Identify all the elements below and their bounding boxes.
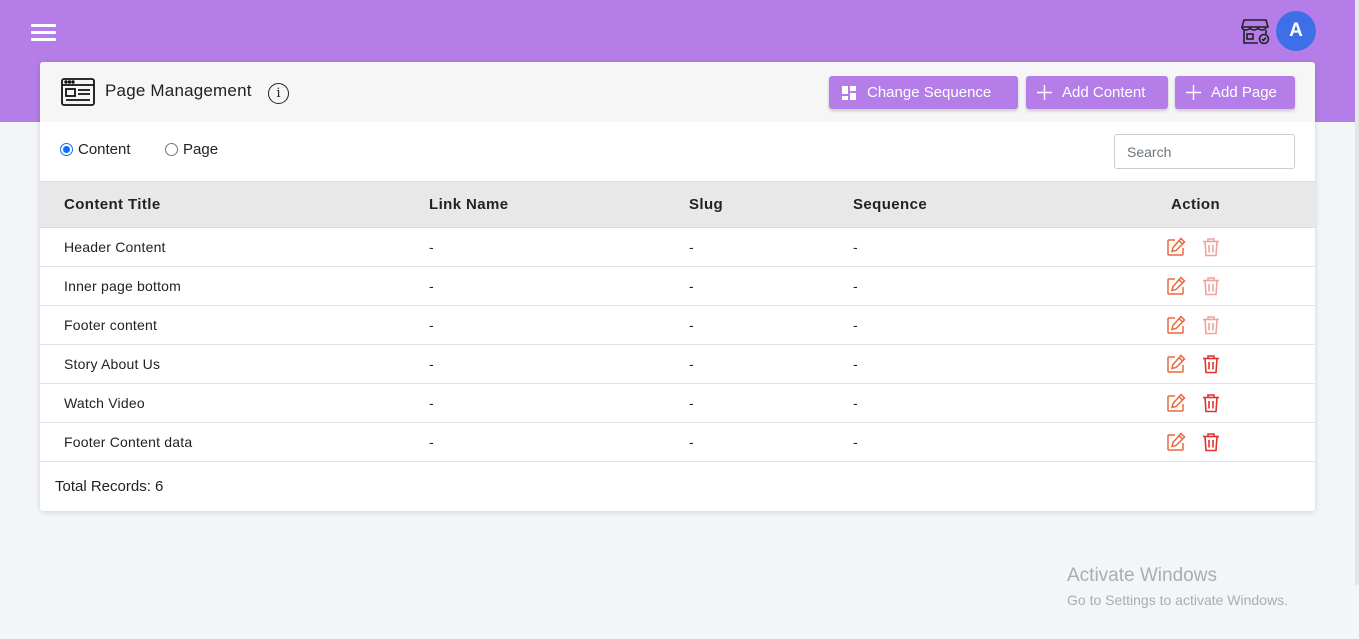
cell-link-name: -: [429, 422, 689, 462]
cell-content-title: Inner page bottom: [40, 266, 429, 306]
total-records: Total Records: 6: [55, 478, 164, 495]
cell-actions: [1133, 422, 1315, 462]
edit-icon[interactable]: [1166, 432, 1186, 452]
page-title: Page Management: [105, 81, 252, 100]
trash-icon[interactable]: [1201, 393, 1221, 413]
cell-slug: -: [689, 305, 853, 345]
hamburger-menu-icon[interactable]: [31, 22, 57, 42]
page-radio-option[interactable]: Page: [165, 141, 218, 158]
plus-icon: [1036, 85, 1052, 101]
trash-icon[interactable]: [1201, 276, 1221, 296]
content-table: Content Title Link Name Slug Sequence Ac…: [40, 181, 1315, 462]
store-icon[interactable]: [1240, 18, 1271, 46]
content-radio[interactable]: [60, 143, 73, 156]
trash-icon[interactable]: [1201, 237, 1221, 257]
cell-link-name: -: [429, 305, 689, 345]
cell-actions: [1133, 266, 1315, 306]
column-header-link-name[interactable]: Link Name: [429, 181, 689, 228]
edit-icon[interactable]: [1166, 354, 1186, 374]
cell-actions: [1133, 383, 1315, 423]
table-row: Footer Content data - - -: [40, 422, 1315, 462]
table-row: Story About Us - - -: [40, 344, 1315, 384]
cell-link-name: -: [429, 227, 689, 267]
edit-icon[interactable]: [1166, 237, 1186, 257]
plus-icon: [1185, 85, 1201, 101]
table-row: Footer content - - -: [40, 305, 1315, 345]
cell-content-title: Watch Video: [40, 383, 429, 423]
cell-slug: -: [689, 266, 853, 306]
content-radio-option[interactable]: Content: [60, 141, 131, 158]
column-header-content-title[interactable]: Content Title: [40, 181, 429, 228]
cell-sequence: -: [853, 383, 1133, 423]
column-header-sequence[interactable]: Sequence: [853, 181, 1133, 228]
cell-sequence: -: [853, 422, 1133, 462]
grid-icon: [841, 85, 857, 101]
add-content-label: Add Content: [1062, 84, 1146, 101]
content-radio-label: Content: [78, 141, 131, 158]
cell-slug: -: [689, 227, 853, 267]
table-row: Header Content - - -: [40, 227, 1315, 267]
info-icon[interactable]: i: [268, 83, 289, 104]
watermark-title: Activate Windows: [1067, 565, 1217, 586]
cell-link-name: -: [429, 344, 689, 384]
edit-icon[interactable]: [1166, 393, 1186, 413]
page-radio-label: Page: [183, 141, 219, 158]
cell-slug: -: [689, 422, 853, 462]
cell-actions: [1133, 305, 1315, 345]
cell-content-title: Header Content: [40, 227, 429, 267]
user-avatar[interactable]: A: [1276, 11, 1316, 51]
edit-icon[interactable]: [1166, 276, 1186, 296]
add-content-button[interactable]: Add Content: [1026, 76, 1168, 109]
table-header-row: Content Title Link Name Slug Sequence Ac…: [40, 181, 1315, 228]
cell-sequence: -: [853, 227, 1133, 267]
cell-sequence: -: [853, 266, 1133, 306]
card-header: Page Management i Change Sequence Add Co…: [40, 62, 1315, 122]
edit-icon[interactable]: [1166, 315, 1186, 335]
cell-content-title: Story About Us: [40, 344, 429, 384]
watermark-subtitle: Go to Settings to activate Windows.: [1067, 592, 1288, 608]
page-management-card: Page Management i Change Sequence Add Co…: [40, 62, 1315, 511]
cell-actions: [1133, 344, 1315, 384]
webpage-icon: [61, 78, 95, 106]
add-page-label: Add Page: [1211, 84, 1277, 101]
cell-sequence: -: [853, 305, 1133, 345]
trash-icon[interactable]: [1201, 315, 1221, 335]
cell-slug: -: [689, 383, 853, 423]
table-row: Watch Video - - -: [40, 383, 1315, 423]
add-page-button[interactable]: Add Page: [1175, 76, 1295, 109]
change-sequence-label: Change Sequence: [867, 84, 992, 101]
page-radio[interactable]: [165, 143, 178, 156]
cell-slug: -: [689, 344, 853, 384]
cell-link-name: -: [429, 383, 689, 423]
table-row: Inner page bottom - - -: [40, 266, 1315, 306]
column-header-action: Action: [1133, 181, 1315, 228]
cell-sequence: -: [853, 344, 1133, 384]
trash-icon[interactable]: [1201, 432, 1221, 452]
trash-icon[interactable]: [1201, 354, 1221, 374]
column-header-slug[interactable]: Slug: [689, 181, 853, 228]
cell-content-title: Footer Content data: [40, 422, 429, 462]
search-input[interactable]: [1114, 134, 1295, 169]
scrollbar[interactable]: [1355, 0, 1359, 585]
change-sequence-button[interactable]: Change Sequence: [829, 76, 1018, 109]
cell-content-title: Footer content: [40, 305, 429, 345]
windows-activation-watermark: Activate Windows Go to Settings to activ…: [1067, 565, 1288, 608]
cell-link-name: -: [429, 266, 689, 306]
cell-actions: [1133, 227, 1315, 267]
